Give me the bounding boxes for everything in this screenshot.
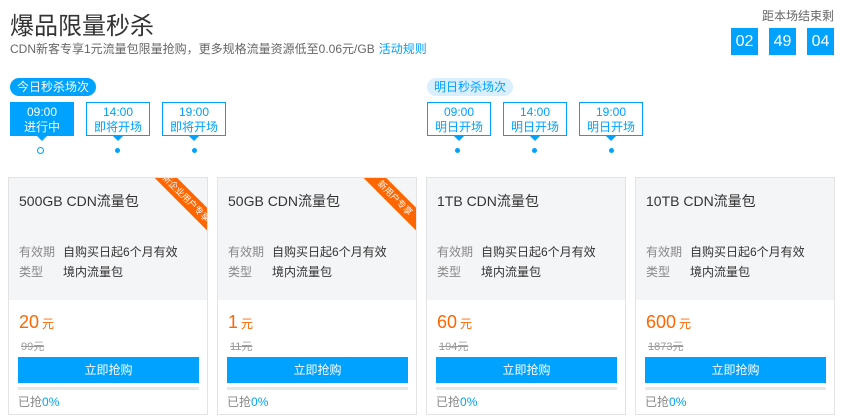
buy-now-button[interactable]: 立即抢购: [436, 357, 617, 383]
sold-progress-bar: [436, 387, 617, 390]
product-name: 10TB CDN流量包: [646, 193, 756, 209]
slot-status: 即将开场: [169, 120, 218, 134]
countdown-label: 距本场结束剩: [761, 9, 834, 23]
buy-now-button[interactable]: 立即抢购: [18, 357, 199, 383]
type-label: 类型: [437, 265, 462, 279]
slot-status: 进行中: [23, 120, 60, 134]
validity-label: 有效期: [646, 245, 683, 259]
type-value: 境内流量包: [63, 265, 124, 279]
tomorrow-slot-1400[interactable]: 14:00 明日开场: [503, 102, 567, 141]
slot-status: 明日开场: [510, 120, 559, 134]
type-value: 境内流量包: [272, 265, 333, 279]
product-card: 1TB CDN流量包 有效期 自购买日起6个月有效 类型 境内流量包 60 元 194…: [426, 177, 626, 415]
today-slot-1400[interactable]: 14:00 即将开场: [86, 102, 150, 141]
countdown-minutes: 49: [769, 28, 796, 55]
slot-indicator: [115, 148, 120, 153]
tomorrow-slot-1900[interactable]: 19:00 明日开场: [579, 102, 643, 141]
sold-status: 已抢0%: [18, 393, 59, 410]
countdown-seconds: 04: [807, 28, 834, 55]
slot-time: 09:00: [26, 105, 58, 119]
sold-progress-bar: [227, 387, 408, 390]
sold-label: 已抢: [227, 395, 252, 409]
countdown-timer: 02 49 04: [731, 28, 834, 55]
sale-price: 1元: [228, 312, 253, 333]
sold-percent: 0%: [42, 395, 60, 409]
tomorrow-sessions: 明日秒杀场次 09:00 明日开场 14:00 明日开场 19:00 明日开场: [427, 78, 643, 153]
type-value: 境内流量包: [481, 265, 542, 279]
price-unit: 元: [241, 317, 254, 331]
sold-progress-bar: [18, 387, 199, 390]
slot-time: 14:00: [102, 105, 134, 119]
sale-price: 20 元: [19, 312, 54, 333]
product-card: 10TB CDN流量包 有效期 自购买日起6个月有效 类型 境内流量包 600 元 1…: [635, 177, 835, 415]
slot-time: 14:00: [519, 105, 551, 119]
countdown-hours: 02: [731, 28, 758, 55]
sold-percent: 0%: [669, 395, 687, 409]
original-price: 11元: [230, 341, 253, 353]
validity-value: 自购买日起6个月有效: [272, 245, 387, 259]
type-label: 类型: [19, 265, 44, 279]
slot-indicator: [455, 148, 460, 153]
type-label: 类型: [646, 265, 671, 279]
rules-link[interactable]: 活动规则: [379, 42, 427, 56]
validity-value: 自购买日起6个月有效: [63, 245, 178, 259]
sale-price: 60 元: [437, 312, 472, 333]
sale-price: 600 元: [646, 312, 691, 333]
today-slot-0900[interactable]: 09:00 进行中: [10, 102, 74, 141]
today-sessions-label: 今日秒杀场次: [10, 78, 97, 96]
original-price: 194元: [439, 341, 469, 353]
slot-status: 明日开场: [586, 120, 635, 134]
page-subtitle: CDN新客专享1元流量包限量抢购，更多规格流量资源低至0.06元/GB 活动规则: [10, 40, 427, 57]
sold-status: 已抢0%: [645, 393, 686, 410]
slot-indicator: [192, 148, 197, 153]
validity-value: 自购买日起6个月有效: [690, 245, 805, 259]
slot-indicator-active: [37, 147, 44, 154]
sold-status: 已抢0%: [227, 393, 268, 410]
product-card: 50GB CDN流量包 有效期 自购买日起6个月有效 类型 境内流量包 新用户专享 …: [217, 177, 417, 415]
price-unit: 元: [42, 317, 55, 331]
sold-status: 已抢0%: [436, 393, 477, 410]
price-unit: 元: [679, 317, 692, 331]
price-value: 60: [437, 312, 458, 332]
validity-value: 自购买日起6个月有效: [481, 245, 596, 259]
original-price: 1873元: [648, 341, 684, 353]
product-name: 1TB CDN流量包: [437, 193, 539, 209]
original-price: 99元: [21, 341, 45, 353]
type-label: 类型: [228, 265, 253, 279]
today-sessions: 今日秒杀场次 09:00 进行中 14:00 即将开场 19:00 即将开场: [10, 78, 226, 154]
validity-label: 有效期: [437, 245, 474, 259]
slot-time: 19:00: [178, 105, 210, 119]
sold-percent: 0%: [460, 395, 478, 409]
sold-progress-bar: [645, 387, 826, 390]
validity-label: 有效期: [19, 245, 56, 259]
slot-status: 明日开场: [434, 120, 483, 134]
price-value: 1: [228, 312, 239, 332]
slot-time: 19:00: [595, 105, 627, 119]
sold-label: 已抢: [18, 395, 43, 409]
subtitle-text: CDN新客专享1元流量包限量抢购，更多规格流量资源低至0.06元/GB: [10, 42, 375, 56]
slot-indicator: [609, 148, 614, 153]
price-value: 20: [19, 312, 40, 332]
tomorrow-sessions-label: 明日秒杀场次: [427, 78, 514, 96]
slot-status: 即将开场: [93, 120, 142, 134]
price-value: 600: [646, 312, 677, 332]
tomorrow-slot-0900[interactable]: 09:00 明日开场: [427, 102, 491, 141]
type-value: 境内流量包: [690, 265, 751, 279]
price-unit: 元: [460, 317, 473, 331]
today-slot-1900[interactable]: 19:00 即将开场: [162, 102, 226, 141]
slot-indicator: [532, 148, 537, 153]
buy-now-button[interactable]: 立即抢购: [227, 357, 408, 383]
slot-time: 09:00: [443, 105, 475, 119]
sold-percent: 0%: [251, 395, 269, 409]
page-title: 爆品限量秒杀: [10, 13, 154, 40]
validity-label: 有效期: [228, 245, 265, 259]
buy-now-button[interactable]: 立即抢购: [645, 357, 826, 383]
sold-label: 已抢: [645, 395, 670, 409]
product-card: 500GB CDN流量包 有效期 自购买日起6个月有效 类型 境内流量包 新企业用户…: [8, 177, 208, 415]
sold-label: 已抢: [436, 395, 461, 409]
